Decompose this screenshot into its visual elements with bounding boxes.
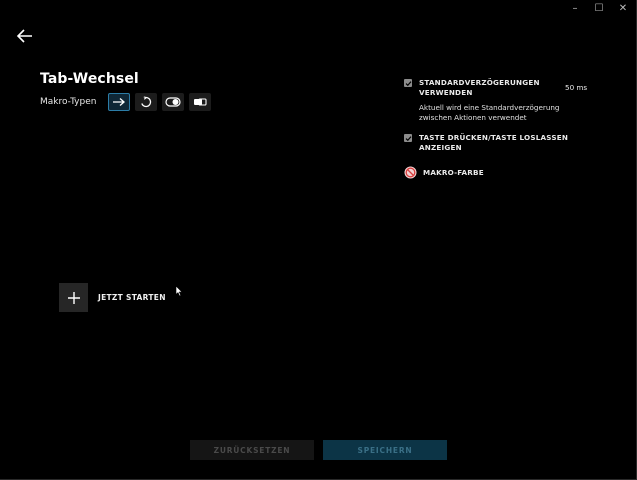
checkmark-icon <box>405 80 411 86</box>
toggle-icon <box>165 97 181 107</box>
default-delays-description: Aktuell wird eine Standardverzögerung zw… <box>419 103 560 122</box>
macro-type-hold-button[interactable] <box>189 93 211 111</box>
mouse-cursor-icon <box>175 285 183 297</box>
hold-icon <box>194 98 207 106</box>
show-press-release-option[interactable]: TASTE DRÜCKEN/TASTE LOSLASSEN ANZEIGEN <box>404 133 579 153</box>
save-button[interactable]: SPEICHERN <box>323 440 447 460</box>
maximize-button[interactable]: ☐ <box>594 4 604 14</box>
macro-type-repeat-button[interactable] <box>135 93 157 111</box>
close-button[interactable]: ✕ <box>618 4 628 14</box>
default-delays-checkbox[interactable] <box>404 79 412 87</box>
start-recording-label[interactable]: JETZT STARTEN <box>98 293 166 302</box>
macro-title: Tab-Wechsel <box>40 71 139 87</box>
minimize-button[interactable]: – <box>570 4 580 14</box>
macro-types-label: Makro-Typen <box>40 97 97 107</box>
checkmark-icon <box>405 135 411 141</box>
macro-editor-window: – ☐ ✕ Tab-Wechsel Makro-Typen STANDARDVE… <box>0 0 637 480</box>
no-color-icon[interactable] <box>404 166 417 179</box>
macro-color-label: MAKRO-FARBE <box>423 167 484 177</box>
plus-icon <box>67 291 80 304</box>
show-press-release-checkbox[interactable] <box>404 134 412 142</box>
delay-value: 50 ms <box>565 83 588 92</box>
macro-color-option[interactable]: MAKRO-FARBE <box>404 166 484 179</box>
window-controls: – ☐ ✕ <box>570 4 628 14</box>
default-delays-option[interactable]: STANDARDVERZÖGERUNGEN VERWENDEN <box>404 78 554 98</box>
show-press-release-label: TASTE DRÜCKEN/TASTE LOSLASSEN ANZEIGEN <box>419 133 569 152</box>
default-delays-label: STANDARDVERZÖGERUNGEN VERWENDEN <box>419 78 540 97</box>
start-recording-button[interactable] <box>59 283 88 312</box>
reset-button[interactable]: ZURÜCKSETZEN <box>190 440 314 460</box>
repeat-icon <box>141 96 152 108</box>
macro-types-group <box>108 93 211 111</box>
start-recording[interactable]: JETZT STARTEN <box>59 283 166 312</box>
macro-type-no-repeat-button[interactable] <box>108 93 130 111</box>
macro-type-toggle-button[interactable] <box>162 93 184 111</box>
back-arrow-icon[interactable] <box>16 28 34 44</box>
arrow-right-icon <box>113 98 125 106</box>
